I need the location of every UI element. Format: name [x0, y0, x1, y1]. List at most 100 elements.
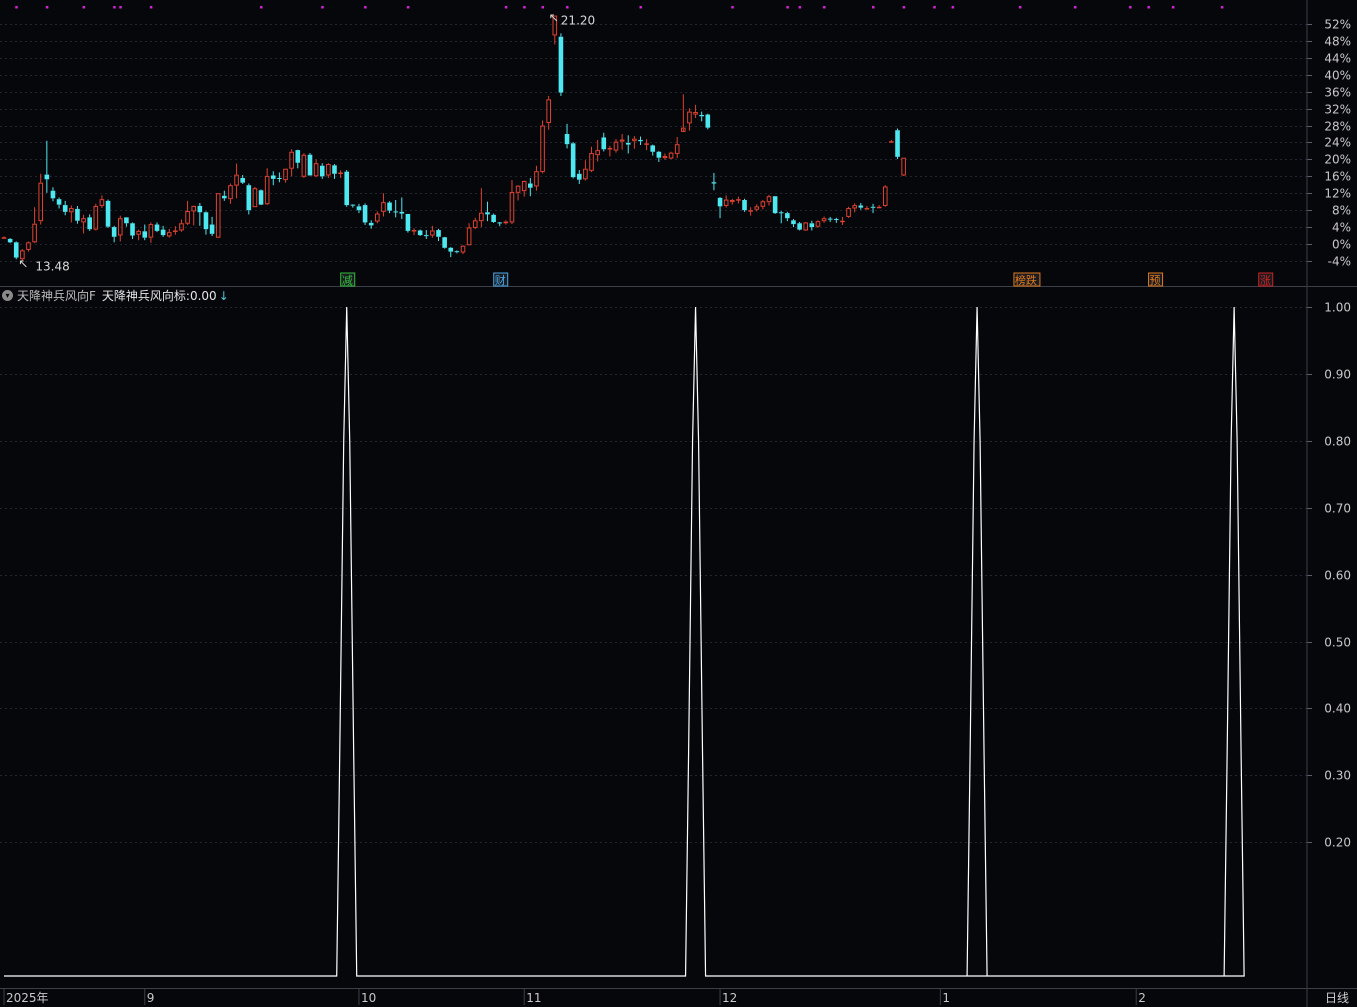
signal-dot	[872, 6, 875, 9]
price-axis-label: 36%	[1324, 86, 1351, 100]
candle-body	[124, 217, 129, 224]
down-arrow-icon: ↓	[218, 288, 229, 303]
indicator-name[interactable]: 天降神兵风向F	[17, 287, 96, 304]
chart-background	[0, 0, 1357, 1007]
collapse-icon[interactable]: ▾	[2, 290, 13, 301]
period-label[interactable]: 日线	[1325, 989, 1349, 1006]
price-axis-label: 28%	[1324, 120, 1351, 134]
candle-body	[705, 114, 711, 128]
event-tag[interactable]: 财	[493, 272, 509, 287]
candle-body	[840, 220, 845, 223]
event-tag[interactable]: 预	[1148, 272, 1164, 287]
low-price-label: 13.48	[35, 259, 69, 273]
time-axis-label: 10	[361, 991, 376, 1005]
price-axis-label: 8%	[1332, 204, 1351, 218]
candle-body	[650, 145, 656, 152]
indicator-axis-label: 0.50	[1324, 636, 1351, 650]
indicator-axis-label: 0.40	[1324, 702, 1351, 716]
candle-body	[638, 139, 643, 142]
indicator-line-name: 天降神兵风向标	[101, 289, 186, 303]
candle-body	[13, 242, 19, 258]
candle[interactable]	[558, 33, 564, 96]
price-axis-label: 44%	[1324, 52, 1351, 66]
candle-body	[387, 202, 392, 211]
candle[interactable]	[442, 236, 447, 249]
candle[interactable]	[797, 222, 802, 231]
high-arrow-icon: ↖	[549, 11, 559, 25]
price-axis-label: 12%	[1324, 187, 1351, 201]
candle[interactable]	[344, 169, 350, 207]
candle[interactable]	[307, 153, 313, 176]
candle-body	[876, 206, 882, 209]
candle-body	[558, 36, 564, 93]
candle[interactable]	[258, 189, 264, 206]
candle[interactable]	[362, 203, 368, 225]
candle-body	[778, 212, 784, 214]
indicator-axis-label: 1.00	[1324, 301, 1351, 315]
indicator-axis-label: 0.20	[1324, 836, 1351, 850]
signal-dot	[523, 6, 526, 9]
candle-body	[748, 210, 753, 212]
candle-body	[222, 195, 227, 199]
price-axis-label: 16%	[1324, 170, 1351, 184]
candle-body	[503, 221, 509, 224]
signal-dot	[504, 6, 508, 9]
candle-body	[344, 171, 350, 206]
candle[interactable]	[491, 213, 496, 223]
signal-dot	[731, 6, 734, 9]
signal-dot	[15, 6, 18, 9]
indicator-header[interactable]: ▾ 天降神兵风向F 天降神兵风向标 : 0.00 ↓	[2, 288, 229, 303]
price-axis-label: 40%	[1324, 69, 1351, 83]
candle-body	[270, 175, 276, 179]
event-tag[interactable]: 减	[340, 272, 356, 287]
price-axis-label: -4%	[1328, 255, 1351, 269]
signal-dot	[1147, 6, 1150, 9]
candle-body	[570, 143, 576, 178]
signal-dot	[639, 6, 642, 9]
candle[interactable]	[105, 199, 111, 228]
time-axis-label: 9	[147, 991, 155, 1005]
candle[interactable]	[772, 196, 778, 214]
candle[interactable]	[705, 113, 711, 130]
candle-body	[56, 199, 62, 205]
event-tag-label: 减	[342, 274, 353, 287]
signal-dot	[786, 6, 789, 9]
candle-body	[564, 134, 570, 145]
stock-chart[interactable]: ↖ 21.20↖ 13.48 减财榜跌预涨 52%48%44%40%36%32%28…	[0, 0, 1357, 1007]
candle[interactable]	[246, 183, 252, 215]
candle-body	[307, 154, 313, 176]
candle-body	[405, 213, 411, 231]
event-tag[interactable]: 榜跌	[1013, 272, 1041, 287]
signal-dot	[321, 6, 324, 9]
candle-body	[142, 231, 148, 238]
event-tag[interactable]: 涨	[1258, 272, 1274, 287]
candle-body	[711, 182, 717, 184]
time-axis-label: 1	[942, 991, 950, 1005]
candle-body	[644, 143, 649, 145]
event-tag-label: 涨	[1260, 274, 1271, 287]
candle-body	[130, 223, 135, 236]
candle-body	[797, 223, 802, 230]
candle-body	[1, 237, 7, 239]
signal-dot	[260, 6, 263, 9]
high-price-label: 21.20	[561, 14, 595, 28]
signal-dot	[113, 6, 116, 9]
signal-dot	[364, 6, 367, 9]
candle-body	[44, 174, 50, 180]
candle[interactable]	[742, 198, 747, 212]
candle-body	[197, 205, 203, 213]
signal-dot	[45, 6, 49, 9]
candle-body	[889, 141, 894, 143]
signal-dot	[1129, 6, 1132, 9]
candle[interactable]	[895, 128, 900, 159]
candle[interactable]	[570, 142, 576, 179]
price-axis-label: 0%	[1332, 238, 1351, 252]
price-axis-label: 48%	[1324, 35, 1351, 49]
low-arrow-icon: ↖	[18, 256, 28, 270]
candle[interactable]	[405, 213, 411, 233]
candle-body	[442, 237, 447, 248]
candle-body	[50, 190, 56, 199]
candle-body	[173, 230, 178, 232]
candle-body	[528, 183, 533, 188]
candle[interactable]	[417, 229, 423, 236]
